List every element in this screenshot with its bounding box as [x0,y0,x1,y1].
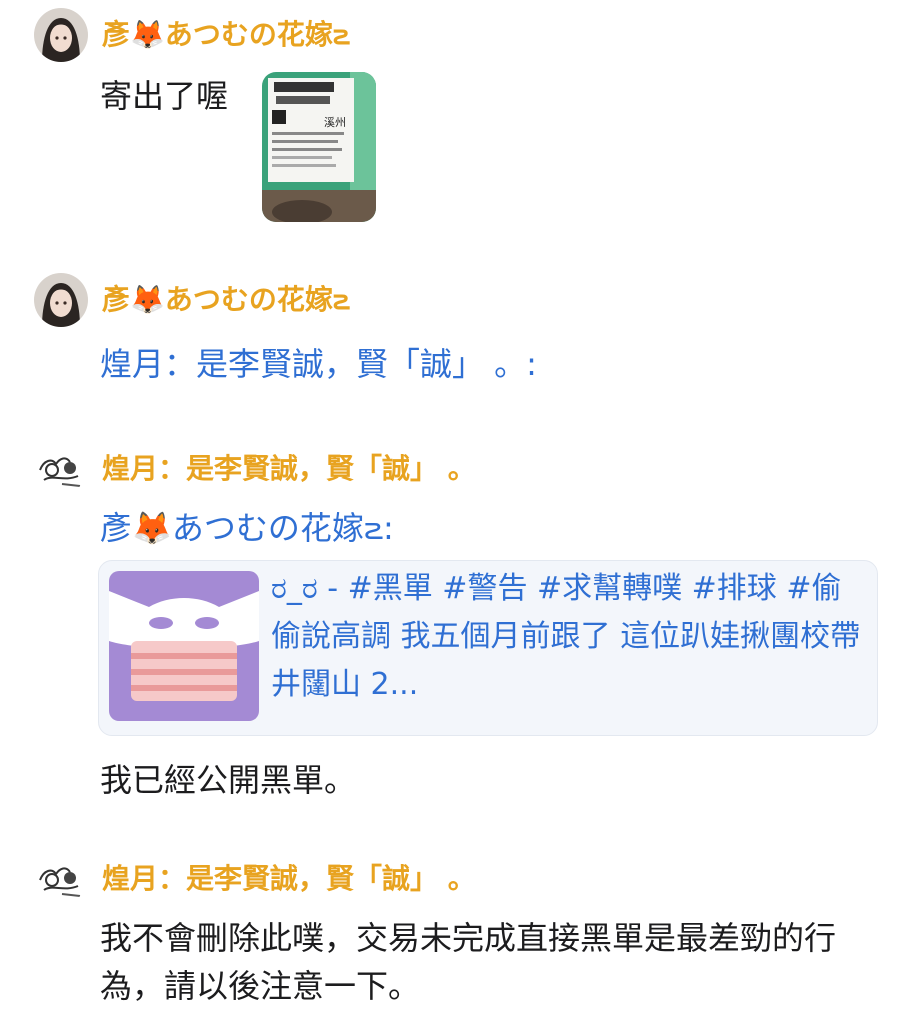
quoted-mention[interactable]: 煌月：是李賢誠，賢「誠」 。: [100,340,537,388]
link-preview-image [109,571,259,721]
message-header: 彥🦊あつむの花嫁౽ [34,8,350,62]
quoted-mention[interactable]: 彥🦊あつむの花嫁౽: [100,504,394,552]
message-header: 彥🦊あつむの花嫁౽ [34,273,350,327]
anime-girl-avatar-icon [34,8,88,62]
sketch-avatar-icon [34,850,88,904]
message-header: 煌月：是李賢誠，賢「誠」 。 [34,440,476,494]
user-avatar[interactable] [34,850,88,904]
user-avatar[interactable] [34,8,88,62]
svg-text:溪州: 溪州 [324,116,346,129]
shipping-package-photo: 溪州 [262,72,376,222]
link-preview-text[interactable]: ರ_ರ - #黑單 #警告 #求幫轉噗 #排球 #偷偷說高調 我五個月前跟了 這… [271,565,867,709]
user-avatar[interactable] [34,440,88,494]
anime-girl-avatar-icon [34,273,88,327]
message-text: 我已經公開黑單。 [100,761,357,799]
author-name[interactable]: 煌月：是李賢誠，賢「誠」 。 [102,857,476,897]
masked-face-thumbnail [109,571,259,721]
image-attachment[interactable]: 溪州 [262,72,376,222]
message-text: 我不會刪除此噗，交易未完成直接黑單是最差勁的行為，請以後注意一下。 [100,919,837,1005]
author-name[interactable]: 彥🦊あつむの花嫁౽ [102,278,350,323]
sketch-avatar-icon [34,440,88,494]
message-header: 煌月：是李賢誠，賢「誠」 。 [34,850,476,904]
author-name[interactable]: 彥🦊あつむの花嫁౽ [102,13,350,58]
message-text: 寄出了喔 [100,77,229,115]
author-name[interactable]: 煌月：是李賢誠，賢「誠」 。 [102,447,476,487]
link-preview-card[interactable]: ರ_ರ - #黑單 #警告 #求幫轉噗 #排球 #偷偷說高調 我五個月前跟了 這… [98,560,878,736]
user-avatar[interactable] [34,273,88,327]
